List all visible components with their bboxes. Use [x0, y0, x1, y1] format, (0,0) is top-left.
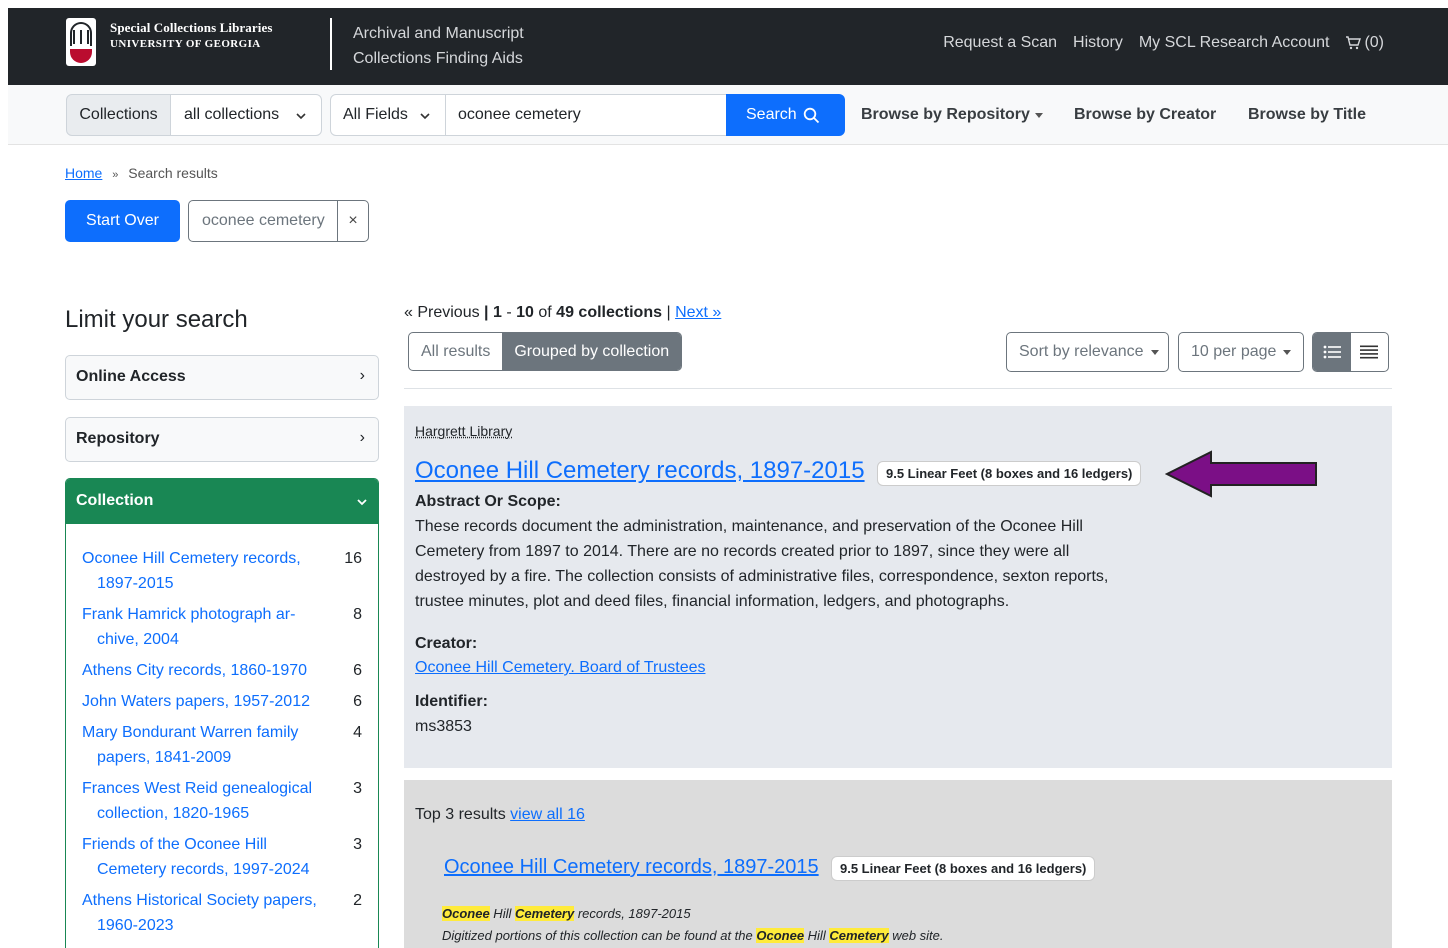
scope-label: Collections: [66, 94, 171, 136]
constraint-label[interactable]: oconee cemetery: [202, 212, 325, 230]
result-title-link[interactable]: Oconee Hill Cemetery records, 1897-2015: [415, 457, 865, 485]
request-scan-link[interactable]: Request a Scan: [943, 34, 1057, 52]
list-view-button[interactable]: [1313, 333, 1351, 371]
results-divider: [404, 388, 1392, 389]
search-bar: Collections all collections All Fields S…: [8, 85, 1448, 145]
creator-label: Creator:: [415, 635, 478, 652]
header-divider: [330, 18, 332, 70]
next-page-link[interactable]: Next »: [675, 304, 721, 321]
chevron-right-icon: ›: [359, 429, 365, 446]
previous-page: « Previous: [404, 304, 480, 321]
browse-repository-dropdown[interactable]: Browse by Repository: [861, 106, 1043, 124]
research-account-link[interactable]: My SCL Research Account: [1139, 34, 1330, 52]
results-view-toggle: All results Grouped by collection: [408, 332, 683, 371]
results-pager: « Previous | 1 - 10 of 49 collections | …: [404, 304, 722, 321]
grouped-results: Top 3 results view all 16 Oconee Hill Ce…: [404, 780, 1392, 948]
breadcrumb-home[interactable]: Home: [65, 165, 102, 181]
start-over-button[interactable]: Start Over: [65, 200, 180, 242]
facet-item[interactable]: Frank Hamrick photograph ar­chive, 2004 8: [82, 602, 364, 652]
search-field-select[interactable]: All Fields: [330, 94, 446, 136]
identifier-label: Identifier:: [415, 693, 488, 710]
caret-down-icon: [1283, 349, 1292, 355]
history-link[interactable]: History: [1073, 34, 1123, 52]
facet-item[interactable]: Friends of the Oconee Hill Cemetery reco…: [82, 832, 364, 882]
extent-badge: 9.5 Linear Feet (8 boxes and 16 ledgers): [831, 856, 1096, 881]
top-links: Request a Scan History My SCL Research A…: [943, 34, 1384, 52]
chevron-down-icon: [357, 499, 367, 506]
identifier-value: ms3853: [415, 718, 472, 735]
grouped-by-collection-button[interactable]: Grouped by collection: [502, 333, 682, 370]
search-input[interactable]: [445, 94, 727, 136]
site-header: Special Collections Libraries UNIVERSITY…: [8, 8, 1448, 85]
brand-name[interactable]: Special Collections Libraries: [110, 20, 273, 36]
search-button[interactable]: Search: [726, 94, 845, 136]
uga-logo-icon[interactable]: [66, 18, 96, 66]
facet-item[interactable]: Frances West Reid genealogical collectio…: [82, 776, 364, 826]
all-results-button[interactable]: All results: [409, 333, 502, 370]
browse-creator-link[interactable]: Browse by Creator: [1074, 106, 1216, 124]
abstract-text: These records document the administratio…: [415, 518, 1109, 610]
grouped-result-title-link[interactable]: Oconee Hill Cemetery records, 1897-2015: [444, 856, 819, 879]
layout-toggle: [1312, 332, 1389, 372]
cart-link[interactable]: (0): [1345, 34, 1384, 52]
top-results-label: Top 3 results view all 16: [415, 806, 585, 823]
facet-item[interactable]: Oconee Hill Cemetery records, 1897-2015 1…: [82, 546, 364, 596]
query-constraint: oconee cemetery ×: [188, 200, 369, 242]
breadcrumb: Home » Search results: [65, 165, 218, 181]
facet-collection: Collection Oconee Hill Cemetery records,…: [65, 478, 379, 948]
remove-constraint-button[interactable]: ×: [337, 201, 368, 241]
chevron-down-icon: [296, 113, 306, 120]
caret-down-icon: [1034, 112, 1043, 118]
chevron-down-icon: [420, 113, 430, 120]
compact-list-icon: [1360, 345, 1379, 359]
brand-subtitle[interactable]: UNIVERSITY OF GEORGIA: [110, 38, 261, 50]
repository-name: Hargrett Library: [415, 423, 513, 439]
facet-item[interactable]: John Waters papers, 1957-2012 6: [82, 689, 364, 714]
app-title[interactable]: Archival and Manuscript Collections Find…: [353, 21, 524, 71]
facet-collection-header[interactable]: Collection: [66, 479, 378, 524]
cart-count: (0): [1364, 34, 1384, 51]
per-page-dropdown[interactable]: 10 per page: [1178, 332, 1304, 372]
creator-link[interactable]: Oconee Hill Cemetery. Board of Trustees: [415, 659, 706, 677]
sidebar-title: Limit your search: [65, 306, 248, 333]
facet-item[interactable]: Athens City records, 1860-1970 6: [82, 658, 364, 683]
snippet: Oconee Hill Cemetery records, 1897-2015: [442, 906, 691, 921]
breadcrumb-current: Search results: [128, 165, 218, 181]
cart-icon: [1346, 36, 1362, 50]
caret-down-icon: [1150, 349, 1159, 355]
view-all-link[interactable]: view all 16: [510, 806, 585, 823]
facet-item[interactable]: Mary Bondurant Warren family pa­pers, 18…: [82, 720, 364, 770]
search-icon: [803, 107, 819, 123]
snippet: Digitized portions of this collection ca…: [442, 928, 944, 943]
annotation-arrow-icon: [1165, 450, 1317, 498]
abstract-label: Abstract Or Scope:: [415, 493, 561, 510]
chevron-right-icon: ›: [359, 367, 365, 384]
compact-view-button[interactable]: [1351, 333, 1389, 371]
extent-badge: 9.5 Linear Feet (8 boxes and 16 ledgers): [877, 461, 1142, 486]
facet-collection-list: Oconee Hill Cemetery records, 1897-2015 1…: [82, 546, 364, 944]
browse-title-link[interactable]: Browse by Title: [1248, 106, 1366, 124]
facet-item[interactable]: Athens Historical Society papers, 1960-2…: [82, 888, 364, 938]
list-icon: [1323, 345, 1341, 359]
facet-repository[interactable]: Repository ›: [65, 417, 379, 462]
sort-dropdown[interactable]: Sort by relevance: [1006, 332, 1169, 372]
collection-scope-select[interactable]: all collections: [170, 94, 322, 136]
facet-online-access[interactable]: Online Access ›: [65, 355, 379, 400]
